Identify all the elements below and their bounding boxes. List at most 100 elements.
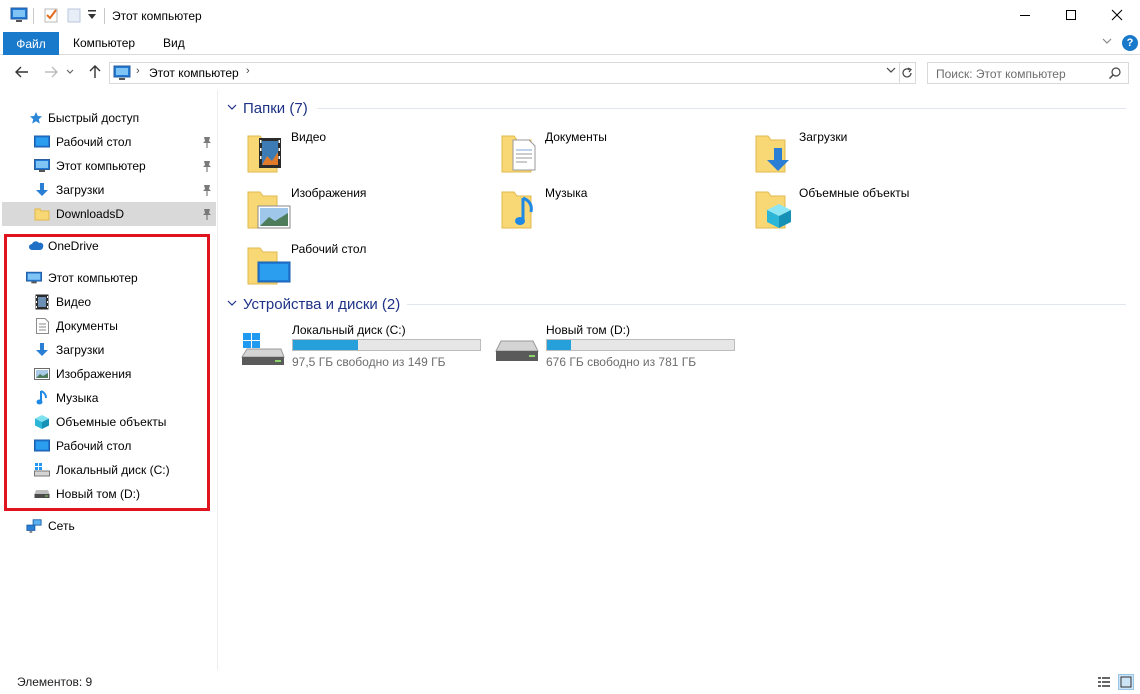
divider <box>104 8 105 24</box>
divider <box>33 8 34 24</box>
window-title: Этот компьютер <box>112 9 202 23</box>
group-divider <box>407 304 1126 305</box>
drive-free-space: 97,5 ГБ свободно из 149 ГБ <box>292 355 446 369</box>
ribbon: Файл Компьютер Вид ? <box>0 32 1140 55</box>
chevron-down-icon <box>227 102 237 114</box>
expand-ribbon-icon[interactable] <box>1101 35 1113 49</box>
navigation-pane: Быстрый доступ Рабочий стол Этот компьют… <box>0 90 218 670</box>
3d-objects-folder-icon <box>753 184 801 232</box>
address-bar[interactable]: › Этот компьютер › <box>109 62 900 84</box>
recent-locations-icon[interactable] <box>64 62 76 82</box>
computer-icon[interactable] <box>10 7 28 26</box>
drive-icon <box>495 335 539 368</box>
folder-label: Видео <box>291 130 327 144</box>
pin-icon[interactable] <box>202 159 212 173</box>
nav-item-desktop[interactable]: Рабочий стол <box>2 130 216 154</box>
chevron-down-icon <box>227 298 237 310</box>
nav-label: DownloadsD <box>56 207 125 221</box>
pin-icon[interactable] <box>202 183 212 197</box>
up-button[interactable] <box>85 62 105 82</box>
close-button[interactable] <box>1094 0 1140 30</box>
nav-quick-access[interactable]: Быстрый доступ <box>2 106 216 130</box>
properties-icon[interactable] <box>43 7 59 26</box>
nav-item-downloadsd[interactable]: DownloadsD <box>2 202 216 226</box>
group-title: Папки (7) <box>243 99 308 117</box>
new-folder-icon[interactable] <box>66 7 82 26</box>
folder-item-3d-objects[interactable]: Объемные объекты <box>753 184 1003 232</box>
folder-item-music[interactable]: Музыка <box>499 184 749 232</box>
item-count: Элементов: 9 <box>17 675 93 689</box>
drive-item-d[interactable]: Новый том (D:) 676 ГБ свободно из 781 ГБ <box>495 323 745 373</box>
downloads-folder-icon <box>753 128 801 176</box>
refresh-button[interactable] <box>898 62 916 84</box>
folder-label: Документы <box>545 130 607 144</box>
nav-item-this-pc[interactable]: Этот компьютер <box>2 154 216 178</box>
windows-drive-icon <box>241 331 285 370</box>
content-pane: Папки (7) Видео Документы Загрузки Изобр… <box>219 90 1140 670</box>
breadcrumb-chevron-icon[interactable]: › <box>246 65 250 77</box>
folder-item-video[interactable]: Видео <box>245 128 495 176</box>
nav-label: Сеть <box>48 519 75 533</box>
breadcrumb-chevron-icon[interactable]: › <box>136 65 140 77</box>
explorer-window: Этот компьютер Файл Компьютер Вид ? › Эт… <box>0 0 1140 694</box>
tab-view[interactable]: Вид <box>163 36 185 50</box>
folder-item-desktop[interactable]: Рабочий стол <box>245 240 495 288</box>
folder-item-downloads[interactable]: Загрузки <box>753 128 1003 176</box>
drive-usage-bar <box>546 339 735 351</box>
network-icon <box>26 518 42 534</box>
large-icons-view-icon[interactable] <box>1118 674 1134 690</box>
title-bar: Этот компьютер <box>0 0 1140 32</box>
back-button[interactable] <box>12 62 32 82</box>
group-header-drives[interactable]: Устройства и диски (2) <box>227 294 400 314</box>
status-bar: Элементов: 9 <box>0 670 1140 694</box>
search-input[interactable] <box>936 66 1106 81</box>
nav-network[interactable]: Сеть <box>2 514 216 538</box>
nav-label: Загрузки <box>56 183 105 197</box>
music-folder-icon <box>499 184 547 232</box>
group-header-folders[interactable]: Папки (7) <box>227 98 308 118</box>
folder-item-documents[interactable]: Документы <box>499 128 749 176</box>
search-icon[interactable] <box>1108 66 1122 83</box>
star-icon <box>28 110 44 126</box>
drive-usage-bar <box>292 339 481 351</box>
folder-label: Музыка <box>545 186 588 200</box>
maximize-button[interactable] <box>1048 0 1094 30</box>
highlight-frame <box>4 234 210 511</box>
forward-button[interactable] <box>41 62 61 82</box>
drive-item-c[interactable]: Локальный диск (C:) 97,5 ГБ свободно из … <box>241 323 491 373</box>
tab-computer[interactable]: Компьютер <box>73 36 135 50</box>
drive-label: Новый том (D:) <box>546 323 630 337</box>
video-folder-icon <box>245 128 293 176</box>
folder-label: Рабочий стол <box>291 242 367 256</box>
search-box[interactable] <box>927 62 1129 84</box>
chevron-down-icon[interactable] <box>886 66 896 77</box>
pin-icon[interactable] <box>202 135 212 149</box>
tab-file[interactable]: Файл <box>3 32 59 55</box>
group-title: Устройства и диски (2) <box>243 295 401 313</box>
nav-item-downloads[interactable]: Загрузки <box>2 178 216 202</box>
drive-free-space: 676 ГБ свободно из 781 ГБ <box>546 355 697 369</box>
minimize-button[interactable] <box>1002 0 1048 30</box>
help-button[interactable]: ? <box>1122 35 1138 51</box>
computer-icon <box>34 158 50 174</box>
computer-icon <box>113 65 131 84</box>
folder-label: Загрузки <box>799 130 848 144</box>
drive-usage-fill <box>293 340 359 350</box>
pin-icon[interactable] <box>202 207 212 221</box>
breadcrumb-this-pc[interactable]: Этот компьютер <box>149 66 239 80</box>
downloads-icon <box>34 182 50 198</box>
folder-label: Изображения <box>291 186 367 200</box>
folder-item-pictures[interactable]: Изображения <box>245 184 495 232</box>
desktop-folder-icon <box>245 240 293 288</box>
desktop-icon <box>34 134 50 150</box>
details-view-icon[interactable] <box>1096 674 1112 690</box>
group-divider <box>317 108 1126 109</box>
drive-label: Локальный диск (C:) <box>292 323 406 337</box>
navigation-bar: › Этот компьютер › <box>0 56 1140 90</box>
drive-usage-fill <box>547 340 572 350</box>
pictures-folder-icon <box>245 184 293 232</box>
documents-folder-icon <box>499 128 547 176</box>
customize-toolbar-icon[interactable] <box>87 9 97 24</box>
folder-label: Объемные объекты <box>799 186 910 200</box>
folder-icon <box>34 206 50 222</box>
